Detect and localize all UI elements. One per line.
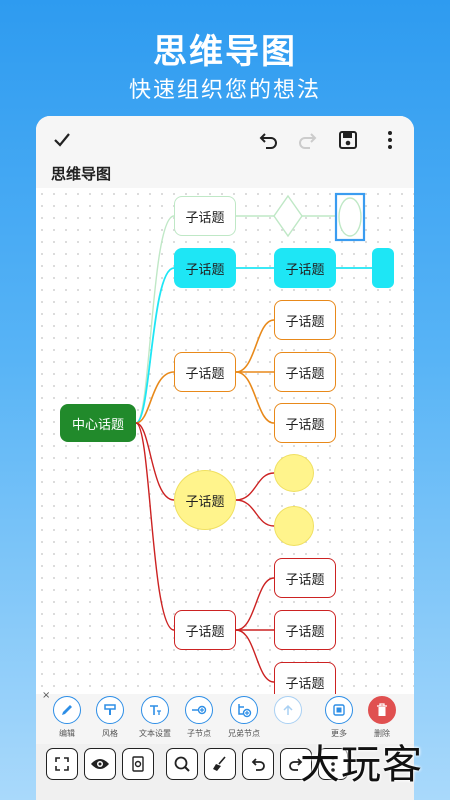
- topic-node-1[interactable]: 子话题: [174, 196, 236, 236]
- text-settings-tool-label: 文本设置: [139, 729, 171, 738]
- fullscreen-icon: [55, 757, 69, 771]
- sibling-node-tool-label: 兄弟节点: [228, 729, 260, 738]
- pencil-icon: [62, 705, 72, 715]
- text-format-icon: [150, 705, 161, 715]
- promo-subtitle: 快速组织您的想法: [128, 78, 321, 103]
- preview-button[interactable]: [84, 748, 116, 780]
- close-toolbar-button[interactable]: ×: [42, 690, 50, 701]
- arrow-up-icon: [283, 704, 293, 715]
- add-sibling-icon: [238, 704, 252, 718]
- undo-icon-2: [251, 758, 265, 771]
- paint-roller-icon: [104, 704, 116, 715]
- parent-node-tool-button[interactable]: [266, 696, 310, 728]
- diamond-node[interactable]: [273, 194, 303, 238]
- child-node-tool-label: 子节点: [187, 729, 211, 738]
- subtopic-node-orange-3[interactable]: 子话题: [274, 403, 336, 443]
- circle-node-1[interactable]: [274, 454, 314, 492]
- search-icon: [174, 756, 190, 772]
- search-button[interactable]: [166, 748, 198, 780]
- style-tool-button[interactable]: 风格: [88, 696, 132, 739]
- subtopic-node-orange-1[interactable]: 子话题: [274, 300, 336, 340]
- style-tool-label: 风格: [102, 729, 118, 738]
- subtopic-node-red-1[interactable]: 子话题: [274, 558, 336, 598]
- ellipse-node[interactable]: [338, 197, 362, 237]
- trash-icon: [377, 703, 387, 716]
- fit-screen-button[interactable]: [46, 748, 78, 780]
- clean-button[interactable]: [204, 748, 236, 780]
- topic-node-5[interactable]: 子话题: [174, 610, 236, 650]
- add-child-icon: [192, 705, 207, 715]
- topic-node-4[interactable]: 子话题: [174, 470, 236, 530]
- small-cyan-node[interactable]: [372, 248, 394, 288]
- subtopic-node-orange-2[interactable]: 子话题: [274, 352, 336, 392]
- topic-node-3[interactable]: 子话题: [174, 352, 236, 392]
- topic-node-2[interactable]: 子话题: [174, 248, 236, 288]
- settings-button[interactable]: [122, 748, 154, 780]
- subtopic-node-red-2[interactable]: 子话题: [274, 610, 336, 650]
- promo-title: 思维导图: [153, 32, 297, 72]
- center-topic-node[interactable]: 中心话题: [60, 404, 136, 442]
- more-grid-icon: [333, 704, 345, 716]
- broom-icon: [213, 756, 226, 771]
- sibling-node-tool-button[interactable]: 兄弟节点: [222, 696, 266, 739]
- watermark-text: 大玩客: [300, 742, 423, 788]
- app-window: 思维导图 中心话题 子话题 子话题 子话题 子话题 子话题 子话题 子话题 子话…: [36, 116, 414, 800]
- child-node-tool-button[interactable]: 子节点: [177, 696, 221, 739]
- gear-icon: [132, 756, 144, 772]
- subtopic-node-cyan[interactable]: 子话题: [274, 248, 336, 288]
- circle-node-2[interactable]: [274, 506, 314, 546]
- eye-icon: [91, 759, 109, 769]
- undo-view-button[interactable]: [242, 748, 274, 780]
- edit-tool-label: 编辑: [59, 729, 75, 738]
- text-settings-tool-button[interactable]: 文本设置: [133, 696, 177, 739]
- edit-tool-button[interactable]: 编辑: [45, 696, 89, 739]
